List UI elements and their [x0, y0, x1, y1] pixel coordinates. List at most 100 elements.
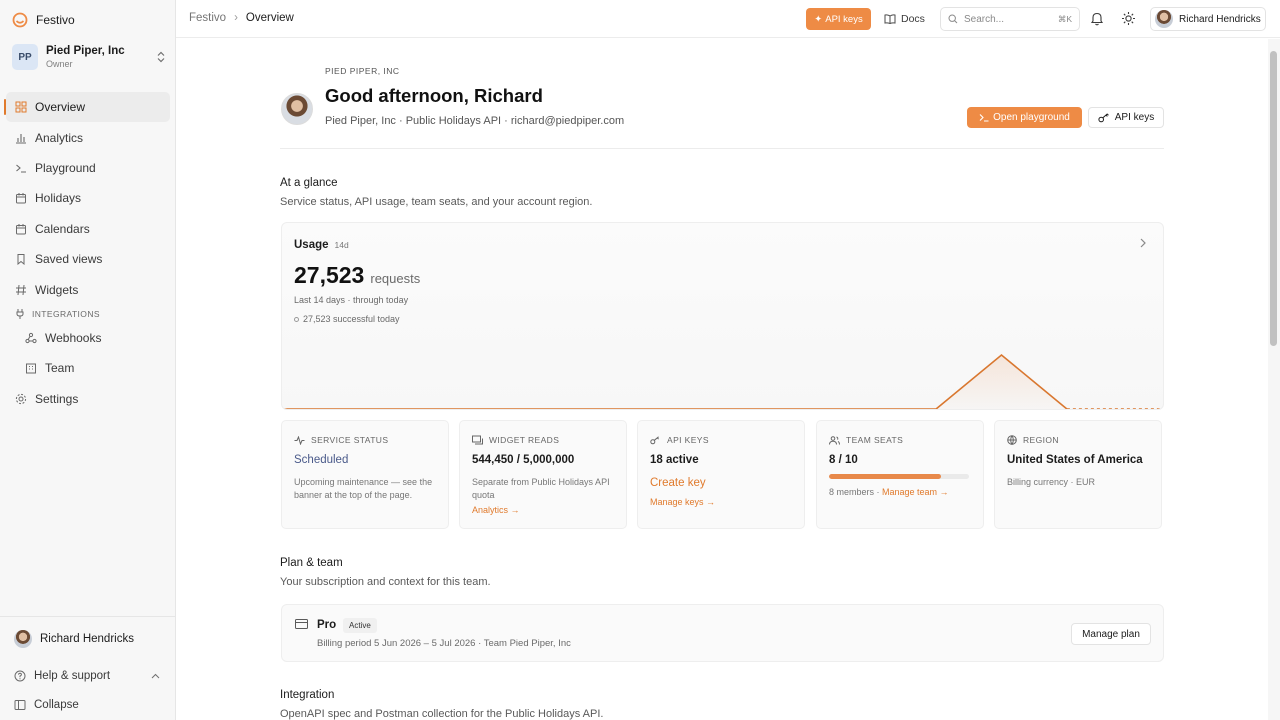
sidebar-collapse-icon — [14, 699, 26, 711]
avatar — [14, 630, 32, 648]
avatar — [281, 93, 313, 125]
org-avatar: PP — [12, 44, 38, 70]
status-badge: Active — [343, 618, 377, 633]
docs-link[interactable]: Docs — [884, 8, 925, 30]
grid-icon — [14, 101, 27, 114]
main-content: PIED PIPER, INC Good afternoon, Richard … — [176, 39, 1268, 720]
integration-title: Integration — [280, 689, 335, 701]
calendar-icon — [14, 192, 27, 205]
breadcrumb-current: Overview — [245, 12, 294, 24]
chevron-right-icon[interactable] — [1139, 238, 1147, 248]
sidebar-item-label: Calendars — [35, 221, 90, 236]
usage-card[interactable]: Usage 14d 27,523 requests Last 14 days ·… — [281, 222, 1164, 410]
integration-subtitle: OpenAPI spec and Postman collection for … — [280, 708, 604, 720]
sidebar-item-label: Overview — [35, 100, 86, 115]
chevron-right-icon: › — [234, 12, 238, 24]
bell-icon[interactable] — [1090, 11, 1104, 26]
stat-card-widget-reads: WIDGET READS 544,450 / 5,000,000 Separat… — [459, 420, 627, 529]
plan-card: Pro Active Billing period 5 Jun 2026 – 5… — [281, 604, 1164, 662]
manage-team-link[interactable]: Manage team → — [882, 487, 949, 497]
sidebar-item-webhooks[interactable]: Webhooks — [0, 323, 176, 353]
collapse-button[interactable]: Collapse — [0, 690, 176, 719]
user-menu-button[interactable]: Richard Hendricks — [1150, 7, 1266, 31]
team-seats-value: 8 / 10 — [829, 454, 858, 466]
service-status-value[interactable]: Scheduled — [294, 454, 348, 466]
api-keys-button[interactable]: API keys — [1088, 107, 1164, 128]
chevron-up-icon — [151, 673, 160, 679]
sidebar-user-name: Richard Hendricks — [40, 633, 134, 645]
globe-icon — [1007, 435, 1017, 445]
collapse-label: Collapse — [34, 698, 79, 711]
sidebar-item-widgets[interactable]: Widgets — [0, 274, 176, 304]
status-dot-icon — [294, 316, 299, 322]
usage-label: Usage — [294, 239, 329, 251]
search-shortcut: ⌘K — [1057, 13, 1072, 24]
create-key-button[interactable]: Create key — [650, 477, 706, 489]
brand-name: Festivo — [36, 13, 75, 27]
topbar-api-keys-button[interactable]: ✦ API keys — [806, 8, 871, 30]
sidebar-item-saved-views[interactable]: Saved views — [0, 244, 176, 274]
sidebar-item-analytics[interactable]: Analytics — [0, 122, 176, 152]
sidebar-item-label: Playground — [35, 160, 96, 175]
breadcrumb-root[interactable]: Festivo — [189, 12, 226, 24]
sidebar-nav: Overview Analytics Playground Holidays C… — [0, 92, 176, 414]
chevron-updown-icon — [156, 51, 166, 63]
manage-keys-link[interactable]: Manage keys → — [650, 497, 715, 507]
bar-chart-icon — [14, 131, 27, 144]
sidebar-item-label: Widgets — [35, 282, 79, 297]
users-icon — [829, 435, 840, 445]
scrollbar-thumb[interactable] — [1270, 51, 1277, 346]
plan-section-subtitle: Your subscription and context for this t… — [280, 576, 491, 588]
sidebar-item-label: Settings — [35, 391, 79, 406]
breadcrumb: Festivo › Overview — [189, 12, 294, 24]
open-playground-button[interactable]: Open playground — [967, 107, 1082, 128]
plug-icon — [16, 308, 24, 319]
org-switcher[interactable]: PP Pied Piper, Inc Owner — [12, 42, 166, 72]
sun-icon[interactable] — [1121, 11, 1136, 26]
sidebar: Festivo PP Pied Piper, Inc Owner Overvie… — [0, 0, 176, 720]
analytics-link[interactable]: Analytics → — [472, 505, 520, 515]
help-support-button[interactable]: Help & support — [0, 661, 176, 690]
search-placeholder: Search... — [964, 13, 1005, 25]
page-subtitle: Pied Piper, Inc · Public Holidays API · … — [325, 115, 625, 127]
service-status-desc: Upcoming maintenance — see the banner at… — [294, 477, 433, 500]
region-desc: Billing currency · EUR — [1007, 477, 1096, 487]
book-icon — [884, 14, 896, 24]
webhook-icon — [24, 331, 37, 344]
usage-chart — [282, 353, 1163, 409]
manage-plan-button[interactable]: Manage plan — [1071, 623, 1151, 645]
brand[interactable]: Festivo — [12, 10, 75, 30]
region-value: United States of America — [1007, 454, 1143, 466]
sidebar-user[interactable]: Richard Hendricks — [0, 617, 176, 661]
avatar — [1155, 10, 1173, 28]
sidebar-item-calendars[interactable]: Calendars — [0, 214, 176, 244]
search-input[interactable]: Search... ⌘K — [940, 7, 1080, 31]
sidebar-item-team[interactable]: Team — [0, 353, 176, 383]
sidebar-item-label: Team — [45, 361, 75, 376]
sidebar-item-playground[interactable]: Playground — [0, 153, 176, 183]
sidebar-item-overview[interactable]: Overview — [4, 92, 170, 123]
widget-reads-desc: Separate from Public Holidays API quota — [472, 477, 610, 500]
credit-card-icon — [295, 619, 308, 629]
calendar-icon — [14, 222, 27, 235]
sidebar-item-settings[interactable]: Settings — [0, 384, 176, 414]
help-support-label: Help & support — [34, 669, 111, 682]
hash-icon — [14, 283, 27, 296]
usage-unit: requests — [370, 271, 421, 286]
sidebar-item-holidays[interactable]: Holidays — [0, 183, 176, 213]
usage-range: 14d — [334, 240, 349, 250]
page-title: Good afternoon, Richard — [325, 85, 543, 106]
activity-icon — [294, 435, 305, 445]
plan-name: Pro — [317, 619, 337, 631]
usage-period: Last 14 days · through today — [294, 295, 409, 305]
org-role: Owner — [46, 59, 73, 69]
festivo-logo-icon — [12, 12, 28, 28]
scrollbar[interactable] — [1268, 39, 1280, 720]
org-eyebrow: PIED PIPER, INC — [325, 66, 400, 76]
plan-billing-period: Billing period 5 Jun 2026 – 5 Jul 2026 ·… — [317, 638, 571, 649]
help-circle-icon — [14, 670, 26, 682]
widget-reads-value: 544,450 / 5,000,000 — [472, 454, 575, 466]
topbar-user-name: Richard Hendricks — [1179, 13, 1261, 25]
stat-card-service-status: SERVICE STATUS Scheduled Upcoming mainte… — [281, 420, 449, 529]
search-icon — [948, 14, 958, 24]
